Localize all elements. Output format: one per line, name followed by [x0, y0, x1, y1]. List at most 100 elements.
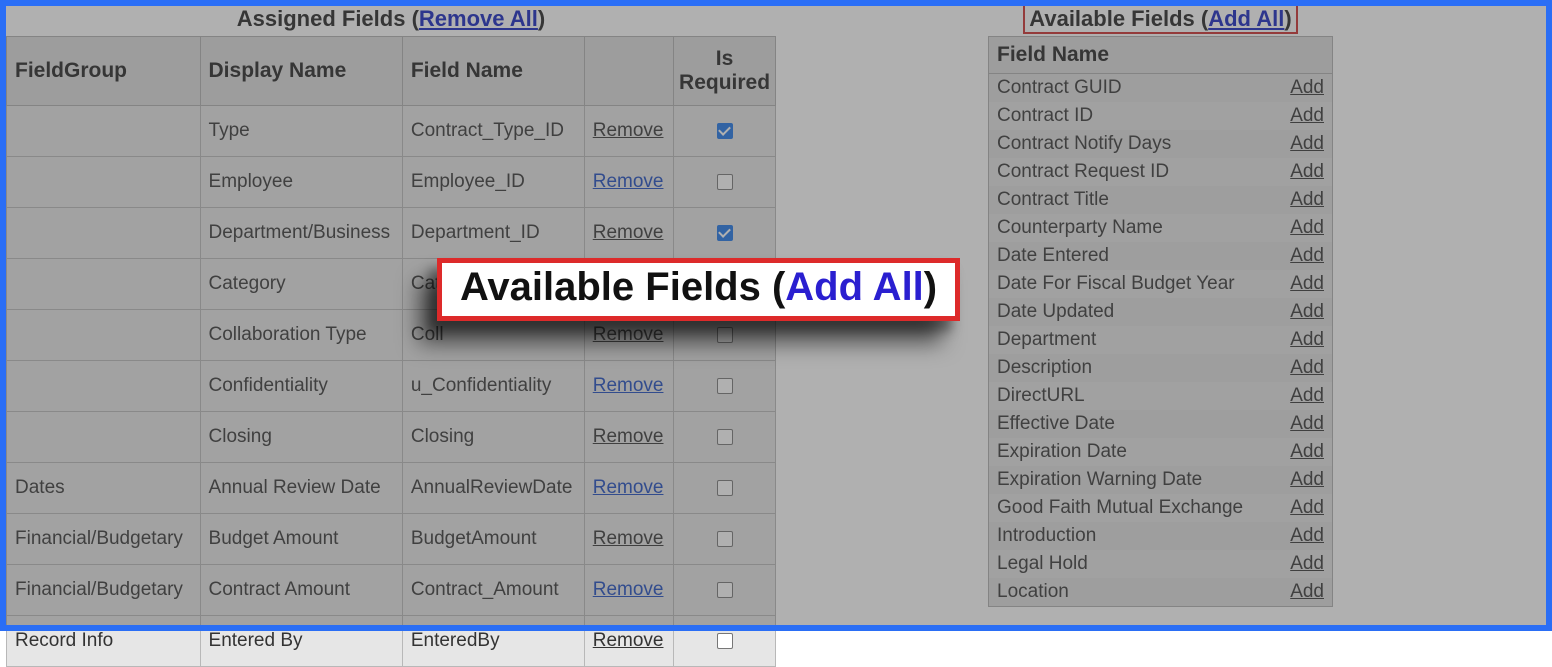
table-row: EmployeeEmployee_ID Remove — [7, 157, 776, 208]
col-header-fieldgroup: FieldGroup — [7, 37, 201, 106]
cell-add: Add — [1282, 550, 1332, 578]
cell-fieldgroup — [7, 412, 201, 463]
add-link[interactable]: Add — [1290, 357, 1324, 378]
cell-fieldgroup — [7, 106, 201, 157]
callout-add-all-link[interactable]: Add All — [785, 265, 924, 309]
cell-add: Add — [1282, 270, 1332, 298]
cell-available-fieldname: Contract GUID — [989, 74, 1283, 103]
table-row: Financial/BudgetaryBudget AmountBudgetAm… — [7, 514, 776, 565]
callout-suffix: ) — [924, 265, 937, 309]
add-link[interactable]: Add — [1290, 245, 1324, 266]
table-row: IntroductionAdd — [989, 522, 1333, 550]
cell-add: Add — [1282, 410, 1332, 438]
cell-available-fieldname: Description — [989, 354, 1283, 382]
add-link[interactable]: Add — [1290, 273, 1324, 294]
cell-add: Add — [1282, 382, 1332, 410]
add-link[interactable]: Add — [1290, 189, 1324, 210]
is-required-checkbox[interactable] — [717, 174, 733, 190]
is-required-checkbox[interactable] — [717, 225, 733, 241]
cell-add: Add — [1282, 466, 1332, 494]
available-heading-highlight: Available Fields (Add All) — [1023, 4, 1297, 34]
table-row: Department/BusinessDepartment_IDRemove — [7, 208, 776, 259]
cell-fieldname: u_Confidentiality — [402, 361, 584, 412]
add-link[interactable]: Add — [1290, 161, 1324, 182]
remove-link[interactable]: Remove — [593, 477, 664, 498]
cell-fieldgroup — [7, 208, 201, 259]
table-row: Date For Fiscal Budget Year Add — [989, 270, 1333, 298]
table-row: ClosingClosingRemove — [7, 412, 776, 463]
remove-link[interactable]: Remove — [593, 324, 664, 345]
table-row: Contract GUID Add — [989, 74, 1333, 103]
col-header-fieldname: Field Name — [402, 37, 584, 106]
remove-link[interactable]: Remove — [593, 630, 664, 651]
table-row: Date EnteredAdd — [989, 242, 1333, 270]
cell-fieldgroup: Dates — [7, 463, 201, 514]
add-all-link[interactable]: Add All — [1208, 6, 1284, 31]
add-link[interactable]: Add — [1290, 105, 1324, 126]
remove-all-link[interactable]: Remove All — [419, 6, 538, 31]
cell-fieldname: BudgetAmount — [402, 514, 584, 565]
cell-isrequired — [674, 565, 776, 616]
add-link[interactable]: Add — [1290, 553, 1324, 574]
cell-available-fieldname: Date For Fiscal Budget Year — [989, 270, 1283, 298]
is-required-checkbox[interactable] — [717, 531, 733, 547]
add-link[interactable]: Add — [1290, 441, 1324, 462]
cell-available-fieldname: Location — [989, 578, 1283, 607]
is-required-checkbox[interactable] — [717, 633, 733, 649]
remove-link[interactable]: Remove — [593, 426, 664, 447]
col-header-remove — [584, 37, 673, 106]
add-link[interactable]: Add — [1290, 217, 1324, 238]
cell-fieldgroup: Record Info — [7, 616, 201, 667]
available-fields-table: Field Name Contract GUIDAddContract IDAd… — [988, 36, 1333, 607]
remove-link[interactable]: Remove — [593, 528, 664, 549]
col-header-displayname: Display Name — [200, 37, 402, 106]
cell-remove: Remove — [584, 361, 673, 412]
cell-remove: Remove — [584, 616, 673, 667]
available-heading-prefix: Available Fields ( — [1029, 6, 1208, 31]
is-required-checkbox[interactable] — [717, 327, 733, 343]
remove-link[interactable]: Remove — [593, 120, 664, 141]
cell-fieldname: Closing — [402, 412, 584, 463]
is-required-checkbox[interactable] — [717, 480, 733, 496]
add-link[interactable]: Add — [1290, 133, 1324, 154]
callout-prefix: Available Fields ( — [460, 265, 785, 309]
cell-available-fieldname: Effective Date — [989, 410, 1283, 438]
cell-remove: Remove — [584, 565, 673, 616]
cell-available-fieldname: Good Faith Mutual Exchange — [989, 494, 1283, 522]
remove-link[interactable]: Remove — [593, 375, 664, 396]
add-link[interactable]: Add — [1290, 77, 1324, 98]
cell-displayname: Collaboration Type — [200, 310, 402, 361]
add-link[interactable]: Add — [1290, 497, 1324, 518]
cell-displayname: Entered By — [200, 616, 402, 667]
assigned-fields-heading: Assigned Fields (Remove All) — [6, 0, 776, 36]
cell-isrequired — [674, 208, 776, 259]
cell-displayname: Contract Amount — [200, 565, 402, 616]
cell-displayname: Employee — [200, 157, 402, 208]
add-link[interactable]: Add — [1290, 301, 1324, 322]
table-row: DepartmentAdd — [989, 326, 1333, 354]
cell-fieldgroup — [7, 259, 201, 310]
remove-link[interactable]: Remove — [593, 171, 664, 192]
add-link[interactable]: Add — [1290, 581, 1324, 602]
cell-remove: Remove — [584, 463, 673, 514]
is-required-checkbox[interactable] — [717, 429, 733, 445]
cell-isrequired — [674, 361, 776, 412]
available-fields-heading: Available Fields (Add All) — [988, 0, 1333, 36]
cell-available-fieldname: Contract Notify Days — [989, 130, 1283, 158]
is-required-checkbox[interactable] — [717, 123, 733, 139]
add-link[interactable]: Add — [1290, 525, 1324, 546]
add-link[interactable]: Add — [1290, 385, 1324, 406]
remove-link[interactable]: Remove — [593, 579, 664, 600]
is-required-checkbox[interactable] — [717, 378, 733, 394]
table-row: Legal HoldAdd — [989, 550, 1333, 578]
cell-displayname: Budget Amount — [200, 514, 402, 565]
remove-link[interactable]: Remove — [593, 222, 664, 243]
is-required-checkbox[interactable] — [717, 582, 733, 598]
add-link[interactable]: Add — [1290, 329, 1324, 350]
table-row: Description Add — [989, 354, 1333, 382]
add-link[interactable]: Add — [1290, 413, 1324, 434]
cell-fieldname: Employee_ID — [402, 157, 584, 208]
table-row: DirectURLAdd — [989, 382, 1333, 410]
cell-add: Add — [1282, 326, 1332, 354]
add-link[interactable]: Add — [1290, 469, 1324, 490]
